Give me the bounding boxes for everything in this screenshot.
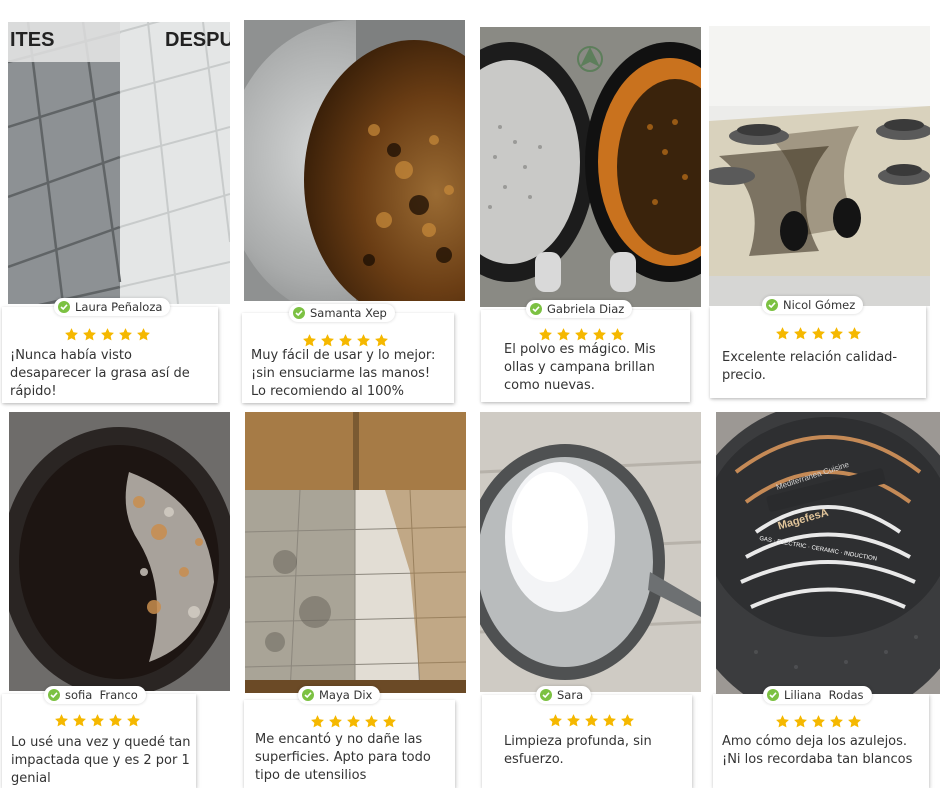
star-icon	[329, 715, 342, 728]
star-icon	[794, 715, 807, 728]
star-icon	[339, 334, 352, 347]
reviewer-badge: Samanta Xep	[289, 304, 395, 322]
star-icon	[611, 328, 624, 341]
star-icon	[567, 714, 580, 727]
review-text: Lo usé una vez y quedé tan impactada que…	[11, 735, 191, 786]
review-photo[interactable]: ITES DESPU	[8, 22, 230, 304]
review-text: Me encantó y no dañe las superficies. Ap…	[255, 732, 431, 783]
review-photo[interactable]	[480, 27, 701, 307]
review-photo[interactable]	[245, 412, 466, 693]
star-icon	[357, 334, 370, 347]
reviewer-badge: Sara	[536, 686, 592, 704]
review-photo[interactable]	[480, 412, 701, 692]
star-icon	[137, 328, 150, 341]
star-rating	[775, 714, 862, 729]
star-icon	[101, 328, 114, 341]
star-icon	[848, 715, 861, 728]
reviewer-name: Laura Peñaloza	[75, 300, 163, 314]
photo-label-after: DESPU	[165, 29, 230, 51]
photo-label-before: ITES	[10, 29, 54, 51]
star-icon	[575, 328, 588, 341]
star-rating	[64, 327, 151, 342]
star-icon	[621, 714, 634, 727]
star-icon	[91, 714, 104, 727]
review-text: Amo cómo deja los azulejos. ¡Ni los reco…	[722, 734, 913, 767]
star-icon	[119, 328, 132, 341]
star-icon	[585, 714, 598, 727]
reviewer-name: Maya Dix	[319, 688, 373, 702]
review-text: ¡Nunca había visto desaparecer la grasa …	[10, 348, 190, 399]
verified-check-icon	[530, 303, 542, 315]
star-icon	[83, 328, 96, 341]
reviewer-badge: Liliana Rodas	[763, 686, 872, 704]
star-icon	[776, 327, 789, 340]
star-icon	[55, 714, 68, 727]
star-icon	[303, 334, 316, 347]
verified-check-icon	[58, 301, 70, 313]
star-icon	[549, 714, 562, 727]
star-icon	[539, 328, 552, 341]
star-icon	[109, 714, 122, 727]
review-text: Limpieza profunda, sin esfuerzo.	[504, 734, 652, 767]
review-photo[interactable]	[9, 412, 230, 691]
review-text: El polvo es mágico. Mis ollas y campana …	[504, 342, 656, 393]
verified-check-icon	[302, 689, 314, 701]
star-icon	[311, 715, 324, 728]
reviewer-badge: Maya Dix	[298, 686, 381, 704]
star-icon	[812, 327, 825, 340]
review-photo[interactable]	[244, 20, 465, 301]
star-icon	[383, 715, 396, 728]
reviewer-name: Nicol Gómez	[783, 298, 856, 312]
review-photo[interactable]: MagefesA Mediterranea Cuisine GAS · ELEC…	[716, 412, 940, 694]
verified-check-icon	[767, 689, 779, 701]
star-icon	[73, 714, 86, 727]
reviewer-name: sofia Franco	[65, 688, 138, 702]
star-icon	[794, 327, 807, 340]
star-icon	[603, 714, 616, 727]
star-rating	[548, 713, 635, 728]
reviewer-name: Gabriela Diaz	[547, 302, 625, 316]
star-icon	[557, 328, 570, 341]
star-rating	[310, 714, 397, 729]
verified-check-icon	[48, 689, 60, 701]
verified-check-icon	[540, 689, 552, 701]
star-icon	[830, 715, 843, 728]
review-photo[interactable]	[709, 26, 930, 306]
star-icon	[848, 327, 861, 340]
star-icon	[127, 714, 140, 727]
reviewer-badge: Gabriela Diaz	[526, 300, 633, 318]
star-rating	[538, 327, 625, 342]
review-text: Excelente relación calidad- precio.	[722, 350, 898, 383]
star-icon	[321, 334, 334, 347]
star-icon	[65, 328, 78, 341]
verified-check-icon	[766, 299, 778, 311]
star-icon	[593, 328, 606, 341]
star-icon	[347, 715, 360, 728]
reviewer-name: Liliana Rodas	[784, 688, 864, 702]
star-icon	[776, 715, 789, 728]
star-rating	[775, 326, 862, 341]
star-rating	[54, 713, 141, 728]
reviewer-name: Samanta Xep	[310, 306, 387, 320]
star-icon	[375, 334, 388, 347]
reviewer-badge: Laura Peñaloza	[54, 298, 171, 316]
star-rating	[302, 333, 389, 348]
reviewer-name: Sara	[557, 688, 584, 702]
star-icon	[812, 715, 825, 728]
verified-check-icon	[293, 307, 305, 319]
review-text: Muy fácil de usar y lo mejor: ¡sin ensuc…	[251, 348, 436, 399]
star-icon	[365, 715, 378, 728]
star-icon	[830, 327, 843, 340]
reviewer-badge: Nicol Gómez	[762, 296, 864, 314]
reviewer-badge: sofia Franco	[44, 686, 146, 704]
